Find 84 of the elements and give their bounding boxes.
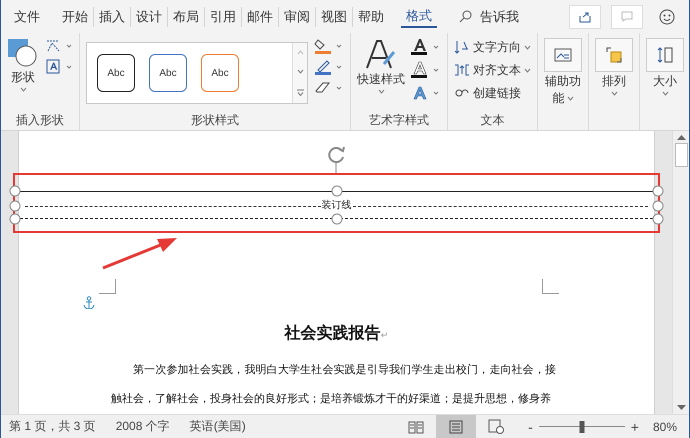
vertical-scrollbar[interactable]	[672, 131, 689, 414]
quick-styles-button[interactable]: 快速样式	[357, 38, 405, 94]
caret-icon[interactable]	[662, 91, 668, 96]
text-command-button[interactable]: 对齐文本	[454, 61, 531, 79]
shapes-button[interactable]: 形状	[7, 38, 39, 92]
language-indicator[interactable]: 英语(美国)	[190, 418, 246, 435]
search-icon	[459, 10, 472, 23]
group-label: 形状样式	[190, 112, 240, 129]
text-direction-icon	[454, 40, 470, 54]
word-count[interactable]: 2008 个字	[116, 418, 170, 435]
menu-tab[interactable]: 帮助	[352, 6, 389, 26]
more-icon[interactable]	[296, 88, 304, 96]
binding-line-label: 装订线	[320, 200, 352, 212]
shape-style-swatch[interactable]: Abc	[149, 54, 187, 92]
fill-bucket-icon[interactable]	[314, 38, 344, 54]
caret-icon[interactable]	[378, 89, 384, 94]
scroll-down-icon[interactable]	[676, 405, 686, 411]
page-count[interactable]: 第 1 页，共 3 页	[9, 418, 96, 435]
zoom-slider-thumb[interactable]	[579, 420, 584, 432]
arrange-icon	[605, 46, 623, 64]
image-text-icon	[554, 48, 572, 62]
tell-me-field[interactable]: 告诉我	[459, 8, 519, 26]
margin-corner-mark	[99, 279, 116, 294]
caret-icon[interactable]	[524, 44, 531, 50]
scroll-up-icon[interactable]	[676, 134, 686, 140]
caret-icon[interactable]	[296, 69, 304, 74]
resize-handle[interactable]	[652, 214, 664, 224]
document-title: 社会实践报告	[284, 323, 381, 344]
resize-handle[interactable]	[652, 200, 664, 212]
align-text-icon	[454, 63, 470, 77]
shape-style-gallery[interactable]: Abc Abc Abc	[86, 42, 308, 104]
text-fill-icon[interactable]	[411, 38, 441, 56]
group-label: 文本	[480, 112, 506, 129]
share-button[interactable]	[569, 4, 601, 28]
paragraph-mark: ↵	[380, 330, 388, 341]
menu-tab[interactable]: 格式	[401, 6, 437, 28]
resize-handle[interactable]	[10, 200, 20, 212]
edit-shape-icon[interactable]	[45, 38, 73, 54]
text-box-icon[interactable]	[45, 59, 73, 75]
menu-tab[interactable]: 邮件	[241, 6, 278, 26]
shapes-icon	[7, 38, 39, 68]
body-paragraph: 第一次参加社会实践，我明白大学生社会实践是引导我们学生走出校门，走向社会，接触社会，了解社会，投身社会的良好形式；是培养锻炼才干的好渠道；是提升思想，修身养	[111, 362, 556, 407]
group-label: 插入形状	[15, 112, 65, 129]
resize-handle[interactable]	[10, 186, 20, 196]
resize-handle[interactable]	[331, 214, 342, 224]
shape-style-swatch[interactable]: Abc	[97, 54, 135, 92]
menu-tab[interactable]: 布局	[167, 6, 204, 26]
menu-tab[interactable]: 审阅	[278, 6, 315, 26]
letter-brush-icon	[364, 38, 398, 70]
resize-handle[interactable]	[652, 186, 664, 196]
group-label: 艺术字样式	[368, 112, 430, 129]
resize-handle[interactable]	[10, 214, 20, 224]
text-command-button[interactable]: 文字方向	[454, 38, 531, 56]
gallery-scrollbar[interactable]	[292, 43, 307, 103]
menu-tab[interactable]: 插入	[93, 6, 130, 26]
caret-icon[interactable]	[524, 68, 531, 72]
text-command-button[interactable]: 创建链接	[454, 84, 531, 102]
view-mode-button[interactable]	[436, 415, 476, 438]
smiley-icon[interactable]	[659, 8, 675, 24]
text-outline-icon[interactable]	[411, 61, 441, 79]
menu-tab[interactable]: 设计	[130, 6, 167, 26]
shape-style-swatch[interactable]: Abc	[201, 54, 239, 92]
menu-tab[interactable]: 开始	[57, 6, 93, 26]
book-icon	[408, 420, 424, 434]
zoom-in-button[interactable]: +	[630, 418, 639, 434]
caret-icon[interactable]	[566, 96, 574, 101]
menu-tab[interactable]: 引用	[204, 6, 241, 26]
text-effects-icon[interactable]	[411, 84, 441, 102]
size-icon	[655, 46, 675, 64]
web-page-icon	[488, 419, 504, 434]
resize-handle[interactable]	[331, 186, 342, 196]
caret-icon[interactable]	[20, 87, 26, 92]
page-layout-icon	[449, 420, 464, 434]
share-icon	[579, 10, 591, 22]
menu-tab[interactable]: 视图	[315, 6, 352, 26]
menu-tab[interactable]: 文件	[9, 6, 45, 26]
comment-icon	[621, 11, 633, 22]
pen-outline-icon[interactable]	[314, 59, 344, 75]
margin-corner-mark	[542, 279, 559, 294]
scrollbar-thumb[interactable]	[674, 143, 688, 167]
zoom-level[interactable]: 80%	[652, 420, 677, 434]
zoom-out-button[interactable]: -	[528, 418, 533, 434]
caret-icon[interactable]	[610, 91, 618, 96]
anchor-icon	[83, 296, 95, 309]
